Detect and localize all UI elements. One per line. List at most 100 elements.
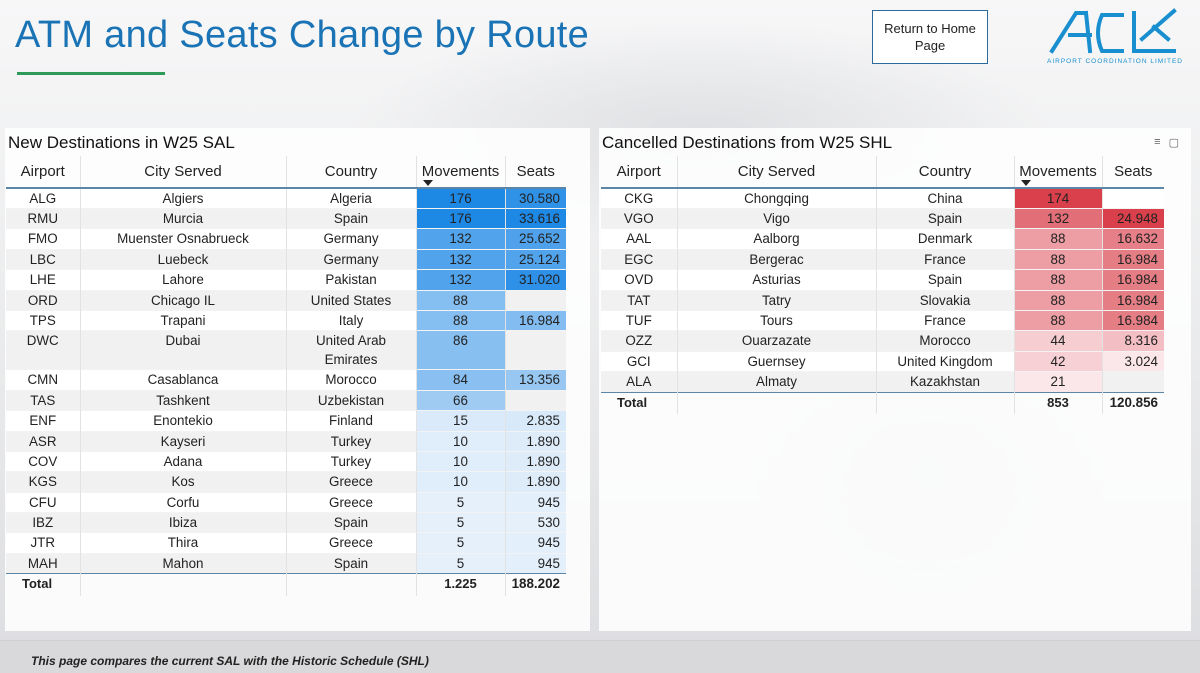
movements-cell: 132 xyxy=(416,269,506,291)
table-row[interactable]: RMU Murcia Spain 176 33.616 xyxy=(6,208,566,229)
column-header-airport[interactable]: Airport xyxy=(601,156,678,188)
filter-icon[interactable]: ≡ xyxy=(1154,136,1160,149)
city-cell: Almaty xyxy=(677,371,877,393)
column-header-city[interactable]: City Served xyxy=(80,156,287,188)
city-cell: Ibiza xyxy=(80,512,287,533)
country-cell: Germany xyxy=(286,228,417,250)
table-row[interactable]: TUF Tours France 88 16.984 xyxy=(601,310,1164,331)
city-cell: Tashkent xyxy=(80,390,287,411)
table-row[interactable]: ALG Algiers Algeria 176 30.580 xyxy=(6,188,566,209)
city-cell: Ouarzazate xyxy=(677,330,877,352)
airport-cell: MAH xyxy=(6,553,81,574)
seats-cell xyxy=(505,330,566,370)
footer-bar: This page compares the current SAL with … xyxy=(0,640,1200,673)
airport-cell: TAS xyxy=(6,390,81,411)
table-row[interactable]: TAS Tashkent Uzbekistan 66 xyxy=(6,390,566,411)
table-row[interactable]: DWC Dubai United Arab Emirates 86 xyxy=(6,330,566,370)
city-cell: Muenster Osnabrueck xyxy=(80,228,287,250)
airport-cell: FMO xyxy=(6,228,81,250)
movements-cell: 88 xyxy=(416,290,506,311)
column-header-country[interactable]: Country xyxy=(286,156,417,188)
seats-cell: 8.316 xyxy=(1102,330,1164,352)
table-row[interactable]: LBC Luebeck Germany 132 25.124 xyxy=(6,249,566,270)
country-cell: China xyxy=(876,188,1015,209)
table-row[interactable]: AAL Aalborg Denmark 88 16.632 xyxy=(601,228,1164,250)
seats-cell: 16.984 xyxy=(505,310,566,331)
table-row[interactable]: ASR Kayseri Turkey 10 1.890 xyxy=(6,431,566,452)
table-row[interactable]: CKG Chongqing China 174 xyxy=(601,188,1164,209)
return-home-button[interactable]: Return to Home Page xyxy=(872,10,988,64)
country-cell: Pakistan xyxy=(286,269,417,291)
table-row[interactable]: EGC Bergerac France 88 16.984 xyxy=(601,249,1164,270)
movements-cell: 10 xyxy=(416,431,506,452)
country-cell: Greece xyxy=(286,492,417,513)
column-header-airport[interactable]: Airport xyxy=(6,156,81,188)
column-header-seats[interactable]: Seats xyxy=(1102,156,1164,188)
seats-cell: 1.890 xyxy=(505,451,566,472)
focus-mode-icon[interactable]: ▢ xyxy=(1169,136,1179,149)
country-cell: Greece xyxy=(286,532,417,554)
table-row[interactable]: ORD Chicago IL United States 88 xyxy=(6,290,566,311)
table-row[interactable]: OZZ Ouarzazate Morocco 44 8.316 xyxy=(601,330,1164,352)
country-cell: Slovakia xyxy=(876,290,1015,311)
sort-descending-icon[interactable] xyxy=(1020,180,1031,186)
country-cell: Spain xyxy=(876,269,1015,291)
table-row[interactable]: ENF Enontekio Finland 15 2.835 xyxy=(6,410,566,432)
movements-cell: 86 xyxy=(416,330,506,370)
table-row[interactable]: JTR Thira Greece 5 945 xyxy=(6,532,566,554)
table-row[interactable]: KGS Kos Greece 10 1.890 xyxy=(6,471,566,493)
title-underline xyxy=(17,72,165,75)
seats-cell: 16.984 xyxy=(1102,290,1164,311)
total-blank xyxy=(286,573,417,596)
column-header-city[interactable]: City Served xyxy=(677,156,877,188)
total-seats: 188.202 xyxy=(505,573,566,596)
airport-cell: JTR xyxy=(6,532,81,554)
country-cell: Spain xyxy=(286,208,417,229)
table-row[interactable]: OVD Asturias Spain 88 16.984 xyxy=(601,269,1164,291)
city-cell: Enontekio xyxy=(80,410,287,432)
seats-cell: 2.835 xyxy=(505,410,566,432)
airport-cell: TPS xyxy=(6,310,81,331)
seats-cell: 13.356 xyxy=(505,369,566,391)
city-cell: Chongqing xyxy=(677,188,877,209)
table-row[interactable]: ALA Almaty Kazakhstan 21 xyxy=(601,371,1164,393)
city-cell: Bergerac xyxy=(677,249,877,270)
movements-cell: 88 xyxy=(1014,269,1103,291)
table-row[interactable]: FMO Muenster Osnabrueck Germany 132 25.652 xyxy=(6,228,566,250)
column-header-movements[interactable]: Movements xyxy=(416,156,506,188)
table-row[interactable]: GCI Guernsey United Kingdom 42 3.024 xyxy=(601,351,1164,372)
table-row[interactable]: VGO Vigo Spain 132 24.948 xyxy=(601,208,1164,229)
column-header-movements[interactable]: Movements xyxy=(1014,156,1103,188)
movements-cell: 88 xyxy=(1014,290,1103,311)
country-cell: Morocco xyxy=(286,369,417,391)
total-label: Total xyxy=(601,391,678,415)
column-header-country[interactable]: Country xyxy=(876,156,1015,188)
movements-cell: 176 xyxy=(416,188,506,209)
city-cell: Mahon xyxy=(80,553,287,574)
airport-cell: ALG xyxy=(6,188,81,209)
movements-cell: 132 xyxy=(1014,208,1103,229)
movements-cell: 21 xyxy=(1014,371,1103,393)
country-cell: Turkey xyxy=(286,451,417,472)
table-row[interactable]: CFU Corfu Greece 5 945 xyxy=(6,492,566,513)
column-header-seats[interactable]: Seats xyxy=(505,156,566,188)
airport-cell: ALA xyxy=(601,371,678,393)
seats-cell: 1.890 xyxy=(505,471,566,493)
table-row[interactable]: LHE Lahore Pakistan 132 31.020 xyxy=(6,269,566,291)
city-cell: Adana xyxy=(80,451,287,472)
seats-cell: 16.632 xyxy=(1102,228,1164,250)
table-row[interactable]: TAT Tatry Slovakia 88 16.984 xyxy=(601,290,1164,311)
total-seats: 120.856 xyxy=(1102,391,1164,415)
seats-cell: 16.984 xyxy=(1102,269,1164,291)
table-row[interactable]: TPS Trapani Italy 88 16.984 xyxy=(6,310,566,331)
seats-cell: 24.948 xyxy=(1102,208,1164,229)
table-row[interactable]: CMN Casablanca Morocco 84 13.356 xyxy=(6,369,566,391)
table-row[interactable]: MAH Mahon Spain 5 945 xyxy=(6,553,566,574)
logo-caption: AIRPORT COORDINATION LIMITED xyxy=(1047,58,1183,65)
seats-cell: 25.124 xyxy=(505,249,566,270)
table-row[interactable]: COV Adana Turkey 10 1.890 xyxy=(6,451,566,472)
movements-cell: 15 xyxy=(416,410,506,432)
airport-cell: ENF xyxy=(6,410,81,432)
sort-descending-icon[interactable] xyxy=(422,180,433,186)
table-row[interactable]: IBZ Ibiza Spain 5 530 xyxy=(6,512,566,533)
